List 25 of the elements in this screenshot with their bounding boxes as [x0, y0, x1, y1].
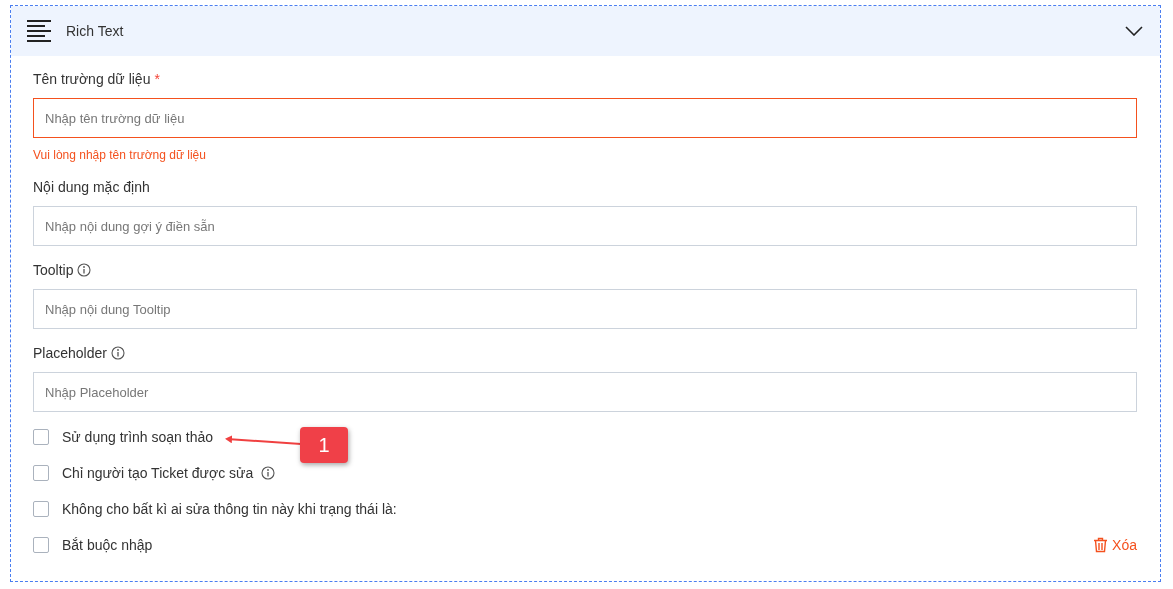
- checkbox-label: Chỉ người tạo Ticket được sửa: [62, 465, 254, 481]
- info-icon: [77, 263, 92, 277]
- checkbox[interactable]: [33, 465, 49, 481]
- checkbox[interactable]: [33, 537, 49, 553]
- info-icon: [261, 466, 276, 480]
- collapse-toggle[interactable]: [1124, 24, 1144, 38]
- required-mark: *: [154, 71, 160, 87]
- field-label: Nội dung mặc định: [33, 179, 150, 195]
- checkbox[interactable]: [33, 429, 49, 445]
- field-label: Tên trường dữ liệu: [33, 71, 151, 87]
- checkbox[interactable]: [33, 501, 49, 517]
- chevron-icon: [1125, 26, 1143, 36]
- checkbox-label: Bắt buộc nhập: [62, 537, 153, 553]
- text-lines-icon: [27, 20, 51, 42]
- info-icon: [110, 346, 125, 360]
- input-field[interactable]: Nhập tên trường dữ liệu: [33, 98, 1137, 138]
- error-message: Vui lòng nhập tên trường dữ liệu: [33, 147, 207, 163]
- checkbox-label: Không cho bất kì ai sửa thông tin này khi trạng thái là:: [62, 501, 397, 517]
- field-label: Tooltip: [33, 262, 74, 278]
- panel-title: Rich Text: [66, 23, 125, 39]
- delete-button[interactable]: Xóa: [1093, 527, 1137, 563]
- checkbox-label: Sử dụng trình soạn thảo: [62, 429, 214, 445]
- trash-icon: [1093, 537, 1109, 553]
- annotation-badge: 1: [300, 427, 348, 463]
- field-label: Placeholder: [33, 345, 107, 361]
